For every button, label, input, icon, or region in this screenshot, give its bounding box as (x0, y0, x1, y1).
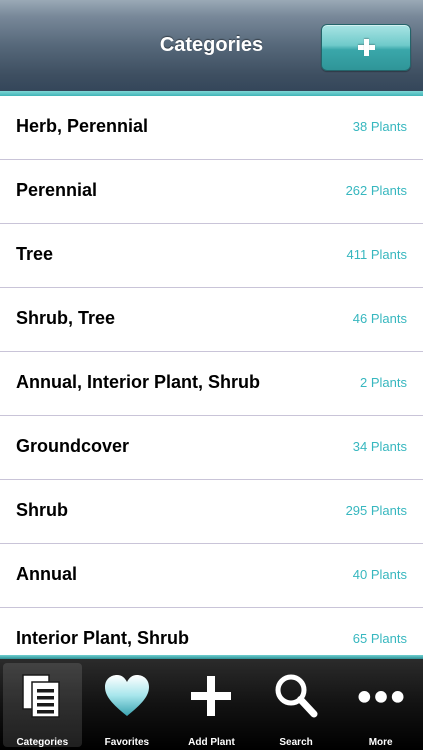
tab-add-plant[interactable]: Add Plant (169, 659, 254, 750)
plant-count: 295 Plants (345, 503, 407, 518)
tab-search[interactable]: Search (254, 659, 339, 750)
tab-bar: Categories Favorites Add Plant Search Mo… (0, 659, 423, 750)
category-name: Interior Plant, Shrub (16, 628, 190, 648)
category-name: Annual, Interior Plant, Shrub (16, 372, 261, 392)
plant-count: 65 Plants (352, 631, 407, 646)
plant-count: 262 Plants (345, 183, 407, 198)
tab-favorites[interactable]: Favorites (85, 659, 170, 750)
plant-count: 34 Plants (352, 439, 407, 454)
category-row[interactable]: Herb, Perennial 38 Plants (0, 96, 423, 160)
category-row[interactable]: Annual, Interior Plant, Shrub 2 Plants (0, 352, 423, 416)
tab-label: Search (279, 737, 313, 748)
plant-count: 38 Plants (352, 119, 407, 134)
add-category-button[interactable] (321, 24, 411, 71)
plant-count: 411 Plants (346, 247, 407, 262)
plus-icon (191, 676, 232, 716)
heart-icon (104, 675, 149, 716)
tab-more[interactable]: More (338, 659, 423, 750)
category-row[interactable]: Annual 40 Plants (0, 544, 423, 608)
category-list[interactable]: Herb, Perennial 38 Plants Perennial 262 … (0, 96, 423, 655)
category-name: Annual (16, 564, 77, 584)
category-name: Herb, Perennial (16, 116, 149, 136)
tab-label: More (368, 737, 393, 748)
tab-label: Add Plant (188, 737, 235, 748)
ellipsis-icon (358, 691, 404, 703)
tab-label: Categories (16, 737, 69, 748)
navigation-bar: Categories (0, 0, 423, 92)
category-name: Shrub (16, 500, 68, 520)
category-row[interactable]: Perennial 262 Plants (0, 160, 423, 224)
plant-count: 40 Plants (352, 567, 407, 582)
app-screen: Categories Herb, Perennial 38 Plants Per… (0, 0, 423, 750)
plant-count: 2 Plants (360, 375, 407, 390)
documents-icon (22, 674, 61, 718)
category-row[interactable]: Shrub, Tree 46 Plants (0, 288, 423, 352)
plus-icon (358, 39, 375, 56)
category-row[interactable]: Groundcover 34 Plants (0, 416, 423, 480)
category-row[interactable]: Tree 411 Plants (0, 224, 423, 288)
category-row[interactable]: Shrub 295 Plants (0, 480, 423, 544)
tab-categories[interactable]: Categories (0, 659, 85, 750)
category-name: Shrub, Tree (16, 308, 116, 328)
category-name: Groundcover (16, 436, 130, 456)
tab-label: Favorites (104, 737, 150, 748)
category-name: Perennial (16, 180, 98, 200)
magnifier-icon (275, 674, 318, 718)
plant-count: 46 Plants (352, 311, 407, 326)
category-name: Tree (16, 244, 54, 264)
category-row[interactable]: Interior Plant, Shrub 65 Plants (0, 608, 423, 655)
